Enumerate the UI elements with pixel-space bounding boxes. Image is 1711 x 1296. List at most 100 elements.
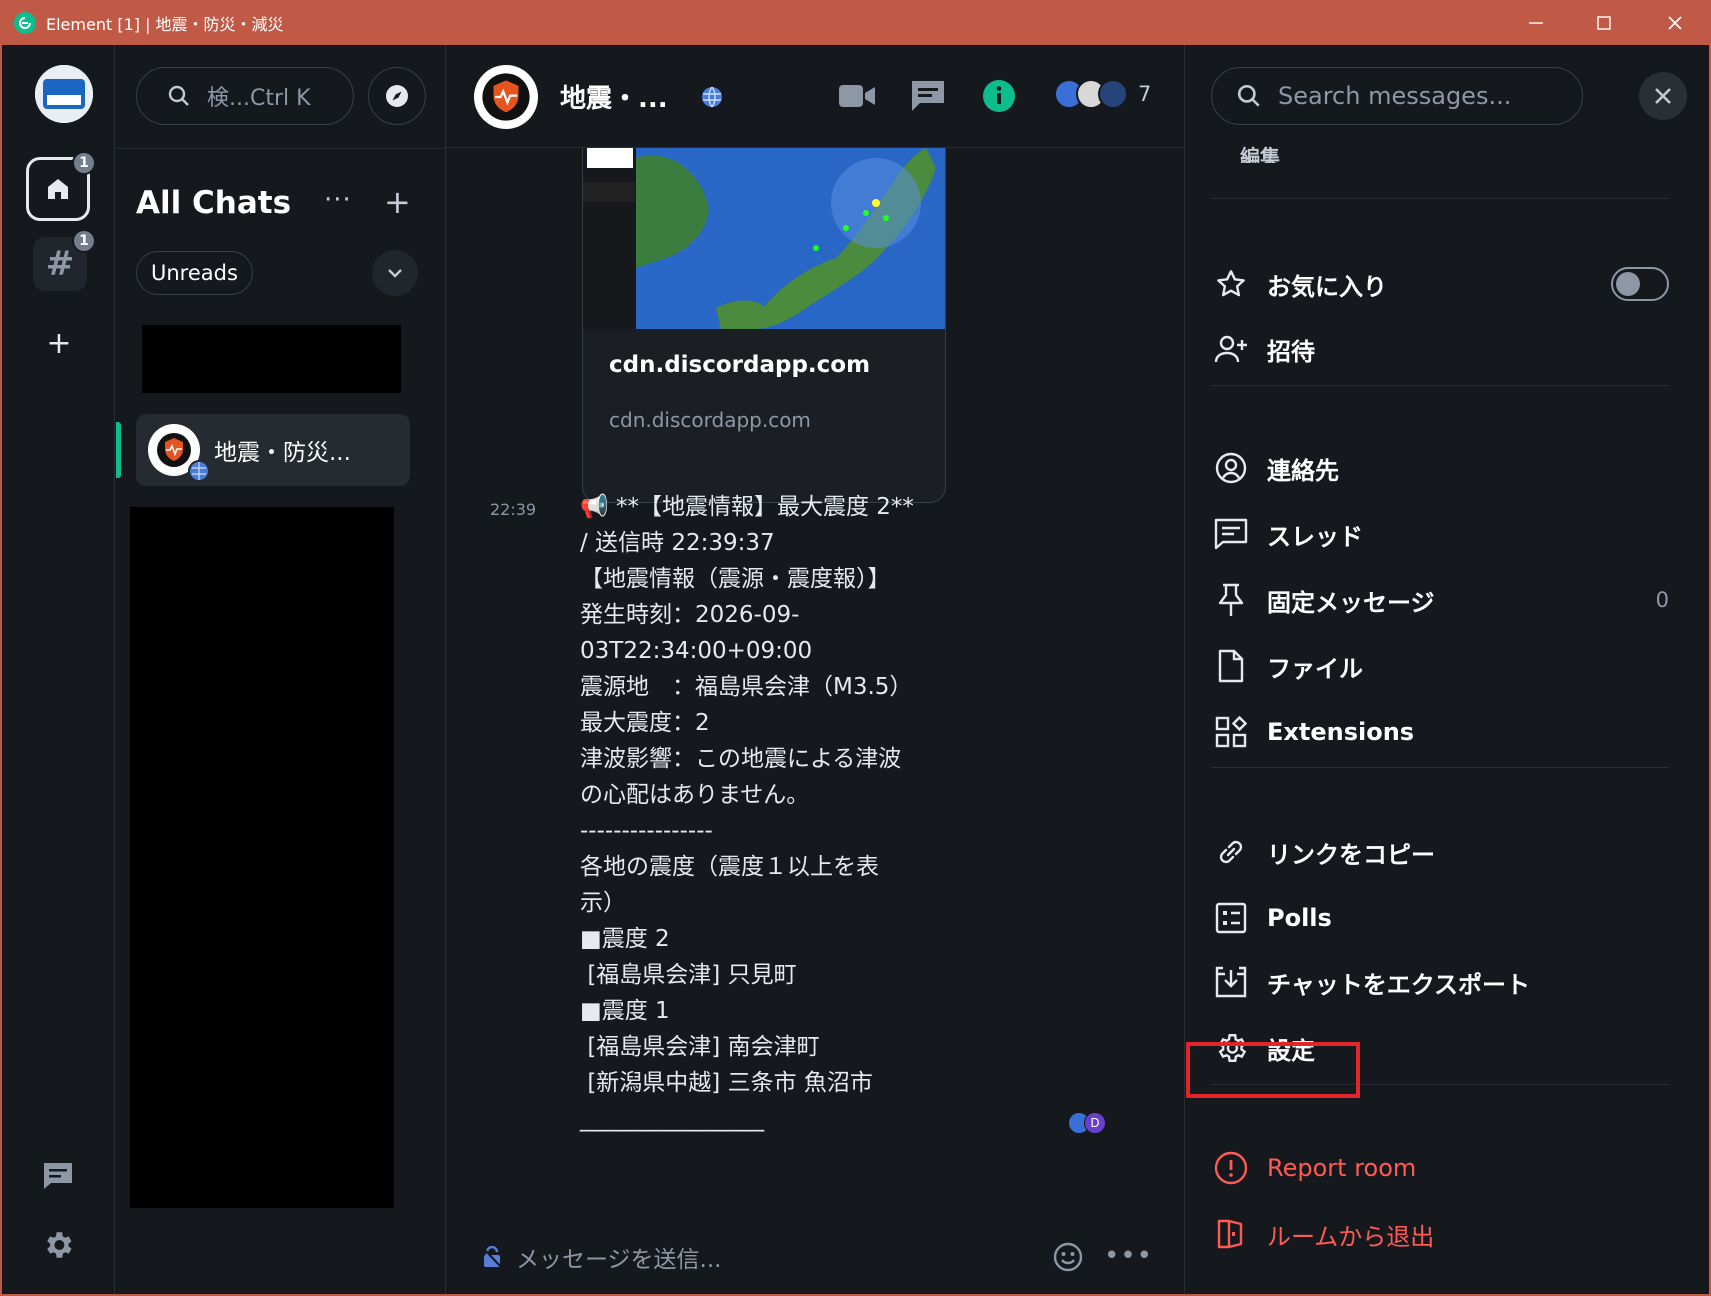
threads-icon bbox=[1211, 514, 1251, 554]
preview-image bbox=[583, 148, 945, 329]
composer-placeholder: メッセージを送信... bbox=[516, 1247, 722, 1273]
element-app-icon bbox=[14, 11, 36, 34]
pinned-messages-count: 0 bbox=[1655, 588, 1669, 612]
emoji-icon[interactable] bbox=[1052, 1241, 1084, 1273]
home-unread-badge: 1 bbox=[72, 151, 96, 175]
extensions-row[interactable]: Extensions bbox=[1211, 707, 1669, 757]
close-icon bbox=[1668, 15, 1682, 30]
hash-icon: # bbox=[45, 244, 75, 284]
room-list-options-button[interactable]: ··· bbox=[324, 185, 352, 215]
polls-row[interactable]: Polls bbox=[1211, 893, 1669, 943]
section-divider bbox=[1211, 385, 1669, 386]
report-room-label: Report room bbox=[1267, 1154, 1417, 1182]
video-call-icon[interactable] bbox=[838, 79, 876, 113]
leave-room-row[interactable]: ルームから退出 bbox=[1211, 1209, 1669, 1259]
read-receipt-avatar: D bbox=[1084, 1112, 1106, 1134]
contact-icon bbox=[1211, 448, 1251, 488]
chevron-down-icon bbox=[388, 269, 402, 278]
threads-icon[interactable] bbox=[910, 79, 946, 113]
copy-link-row[interactable]: リンクをコピー bbox=[1211, 827, 1669, 877]
section-divider bbox=[1211, 767, 1669, 768]
message-body: 📢 **【地震情報】最大震度 2** / 送信時 22:39:37 【地震情報（… bbox=[580, 494, 914, 1132]
unreads-filter-chip[interactable]: Unreads bbox=[136, 251, 253, 295]
room-info-icon[interactable] bbox=[982, 79, 1016, 113]
minimize-button[interactable] bbox=[1501, 0, 1571, 45]
maximize-button[interactable] bbox=[1569, 0, 1639, 45]
room-members-facepile[interactable]: 7 bbox=[1054, 79, 1151, 109]
start-chat-button[interactable]: + bbox=[384, 183, 411, 221]
settings-highlight-box bbox=[1186, 1042, 1360, 1098]
section-divider bbox=[1211, 198, 1669, 199]
search-messages-field[interactable]: Search messages... bbox=[1211, 67, 1583, 125]
favourite-toggle-row[interactable]: お気に入り bbox=[1211, 259, 1669, 309]
room-list-panel: 検...Ctrl K All Chats ··· + Unreads 地震・防災… bbox=[116, 45, 446, 1294]
leave-room-label: ルームから退出 bbox=[1267, 1222, 1435, 1251]
preview-url: cdn.discordapp.com bbox=[609, 408, 811, 432]
link-preview-card[interactable]: cdn.discordapp.com cdn.discordapp.com bbox=[582, 148, 946, 503]
close-window-button[interactable] bbox=[1640, 0, 1710, 45]
room-header-avatar[interactable] bbox=[474, 65, 538, 129]
room-search-button[interactable]: 検...Ctrl K bbox=[136, 67, 354, 125]
favourite-label: お気に入り bbox=[1267, 272, 1387, 301]
japan-map-graphic bbox=[636, 148, 936, 329]
export-chat-label: チャットをエクスポート bbox=[1267, 970, 1531, 999]
room-list-divider bbox=[116, 148, 446, 149]
threads-label: スレッド bbox=[1267, 522, 1363, 551]
close-panel-button[interactable] bbox=[1639, 72, 1687, 120]
preview-sidebar-block bbox=[583, 182, 635, 202]
switch-knob bbox=[1616, 272, 1640, 296]
people-row[interactable]: 連絡先 bbox=[1211, 443, 1669, 493]
people-label: 連絡先 bbox=[1267, 456, 1339, 485]
extensions-icon bbox=[1211, 712, 1251, 752]
redacted-room-list bbox=[130, 507, 394, 1208]
create-space-button[interactable]: + bbox=[44, 326, 74, 361]
pin-icon bbox=[1211, 580, 1251, 620]
member-avatar bbox=[1098, 79, 1128, 109]
report-room-row[interactable]: Report room bbox=[1211, 1143, 1669, 1193]
message-timestamp: 22:39 bbox=[490, 500, 537, 519]
favourite-switch[interactable] bbox=[1611, 267, 1669, 301]
user-avatar-image bbox=[35, 65, 93, 123]
maximize-icon bbox=[1597, 15, 1611, 30]
room-list-item-earthquake[interactable]: 地震・防災... bbox=[116, 414, 410, 486]
explore-rooms-button[interactable] bbox=[368, 67, 426, 125]
polls-label: Polls bbox=[1267, 904, 1332, 932]
app-window: 1 # 1 + 検...Ctrl K All Chats ··· + Unrea… bbox=[2, 45, 1709, 1294]
pinned-messages-row[interactable]: 固定メッセージ 0 bbox=[1211, 575, 1669, 625]
space-bar: 1 # 1 + bbox=[2, 45, 115, 1294]
room-header-name[interactable]: 地震・... bbox=[560, 78, 668, 115]
room-timeline: 地震・... 7 cdn.discordapp.com cdn.discorda… bbox=[446, 45, 1184, 1294]
export-chat-row[interactable]: チャットをエクスポート bbox=[1211, 957, 1669, 1007]
quick-settings-button[interactable] bbox=[38, 1225, 78, 1265]
files-row[interactable]: ファイル bbox=[1211, 641, 1669, 691]
edit-room-link[interactable]: 編集 bbox=[1240, 141, 1280, 163]
read-receipts[interactable]: D bbox=[1068, 1112, 1106, 1134]
compass-icon bbox=[386, 85, 408, 107]
message-composer[interactable]: メッセージを送信... ••• bbox=[482, 1235, 1152, 1279]
shield-icon bbox=[157, 433, 191, 467]
room-info-panel: Search messages... 編集 お気に入り 招待 連絡先 スレッド … bbox=[1184, 45, 1709, 1294]
pinned-messages-label: 固定メッセージ bbox=[1267, 588, 1435, 617]
search-icon bbox=[1237, 84, 1260, 107]
room-avatar bbox=[148, 424, 210, 482]
member-count: 7 bbox=[1138, 82, 1152, 106]
threads-activity-button[interactable] bbox=[38, 1156, 78, 1196]
warning-icon bbox=[1211, 1148, 1251, 1188]
home-icon bbox=[48, 179, 68, 199]
filter-expand-button[interactable] bbox=[372, 250, 418, 296]
redacted-room-entry bbox=[142, 325, 401, 393]
user-avatar[interactable] bbox=[35, 65, 93, 123]
file-icon bbox=[1211, 646, 1251, 686]
files-label: ファイル bbox=[1267, 654, 1363, 683]
search-icon bbox=[168, 85, 189, 106]
globe-icon bbox=[188, 460, 210, 482]
preview-map bbox=[636, 148, 945, 329]
search-messages-placeholder: Search messages... bbox=[1278, 82, 1512, 110]
minimize-icon bbox=[1529, 21, 1543, 24]
invite-row[interactable]: 招待 bbox=[1211, 324, 1669, 374]
composer-more-options-icon[interactable]: ••• bbox=[1104, 1241, 1153, 1271]
selected-indicator bbox=[116, 422, 121, 478]
window-title: Element [1] | 地震・防災・減災 bbox=[46, 14, 284, 34]
space-unread-badge: 1 bbox=[72, 229, 96, 253]
threads-row[interactable]: スレッド bbox=[1211, 509, 1669, 559]
